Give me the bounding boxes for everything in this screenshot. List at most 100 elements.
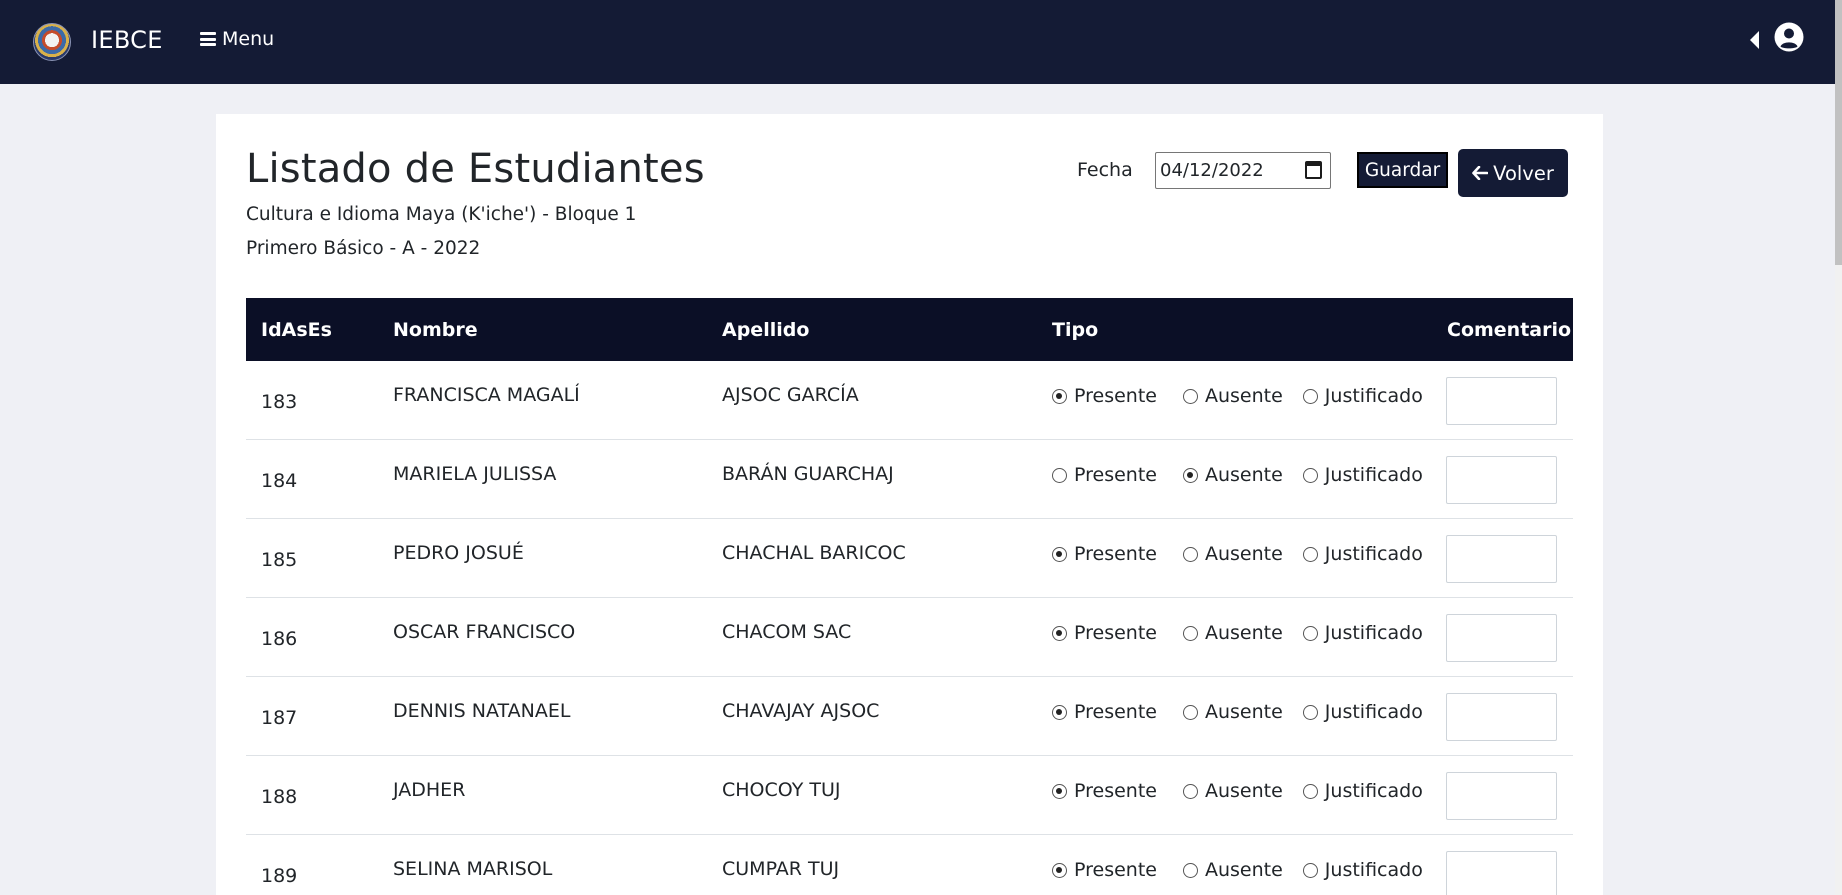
radio-option-justificado[interactable]: Justificado xyxy=(1302,622,1423,644)
cell-apellido: CHACOM SAC xyxy=(722,621,852,643)
scrollbar-thumb[interactable] xyxy=(1835,0,1842,265)
radio-option-ausente[interactable]: Ausente xyxy=(1182,543,1283,565)
radio-button[interactable] xyxy=(1302,625,1318,641)
comment-input[interactable] xyxy=(1446,772,1557,820)
table-row: 185 PEDRO JOSUÉ CHACHAL BARICOC Presente Aus… xyxy=(246,519,1573,598)
table-header: IdAsEs Nombre Apellido Tipo Comentario xyxy=(246,298,1573,361)
radio-option-ausente[interactable]: Ausente xyxy=(1182,701,1283,723)
radio-label: Ausente xyxy=(1204,859,1283,881)
cell-id: 184 xyxy=(261,470,298,492)
radio-option-justificado[interactable]: Justificado xyxy=(1302,859,1423,881)
radio-label: Justificado xyxy=(1324,701,1423,723)
tipo-radio-group: Presente Ausente Justificado xyxy=(1052,622,1423,644)
cell-apellido: BARÁN GUARCHAJ xyxy=(722,463,894,485)
back-label: Volver xyxy=(1493,161,1554,185)
top-navbar: IEBCE Menu xyxy=(0,0,1835,84)
radio-option-presente[interactable]: Presente xyxy=(1052,464,1157,486)
radio-option-justificado[interactable]: Justificado xyxy=(1302,543,1423,565)
radio-option-ausente[interactable]: Ausente xyxy=(1182,622,1283,644)
radio-option-presente[interactable]: Presente xyxy=(1052,701,1157,723)
radio-button[interactable] xyxy=(1302,783,1318,799)
radio-button[interactable] xyxy=(1052,783,1067,799)
cell-id: 189 xyxy=(261,865,298,887)
cell-nombre: PEDRO JOSUÉ xyxy=(393,542,524,564)
cell-apellido: CHOCOY TUJ xyxy=(722,779,841,801)
date-value: 04/12/2022 xyxy=(1160,160,1264,181)
radio-button[interactable] xyxy=(1052,467,1067,483)
radio-button[interactable] xyxy=(1302,862,1318,878)
radio-button[interactable] xyxy=(1182,467,1198,483)
radio-option-presente[interactable]: Presente xyxy=(1052,385,1157,407)
user-avatar-icon[interactable] xyxy=(1774,22,1804,52)
date-input[interactable]: 04/12/2022 xyxy=(1155,152,1331,189)
radio-label: Ausente xyxy=(1204,464,1283,486)
tipo-radio-group: Presente Ausente Justificado xyxy=(1052,464,1423,486)
menu-button[interactable]: Menu xyxy=(200,28,274,50)
radio-label: Presente xyxy=(1074,859,1157,881)
cell-apellido: CHACHAL BARICOC xyxy=(722,542,906,564)
radio-button[interactable] xyxy=(1302,704,1318,720)
calendar-icon[interactable] xyxy=(1305,161,1322,179)
radio-button[interactable] xyxy=(1182,625,1198,641)
radio-button[interactable] xyxy=(1182,862,1198,878)
radio-option-ausente[interactable]: Ausente xyxy=(1182,464,1283,486)
table-row: 183 FRANCISCA MAGALÍ AJSOC GARCÍA Presente A… xyxy=(246,361,1573,440)
radio-label: Presente xyxy=(1074,622,1157,644)
table-row: 189 SELINA MARISOL CUMPAR TUJ Presente Ausen… xyxy=(246,835,1573,895)
hamburger-icon xyxy=(200,32,216,46)
cell-nombre: MARIELA JULISSA xyxy=(393,463,557,485)
brand-name[interactable]: IEBCE xyxy=(91,26,163,54)
radio-label: Presente xyxy=(1074,385,1157,407)
radio-button[interactable] xyxy=(1182,704,1198,720)
radio-option-presente[interactable]: Presente xyxy=(1052,780,1157,802)
radio-label: Presente xyxy=(1074,464,1157,486)
header-nombre: Nombre xyxy=(393,319,478,341)
cell-apellido: CUMPAR TUJ xyxy=(722,858,840,880)
radio-option-presente[interactable]: Presente xyxy=(1052,622,1157,644)
radio-button[interactable] xyxy=(1182,546,1198,562)
cell-nombre: OSCAR FRANCISCO xyxy=(393,621,576,643)
comment-input[interactable] xyxy=(1446,377,1557,425)
radio-button[interactable] xyxy=(1052,388,1067,404)
radio-option-presente[interactable]: Presente xyxy=(1052,543,1157,565)
comment-input[interactable] xyxy=(1446,535,1557,583)
radio-label: Justificado xyxy=(1324,543,1423,565)
radio-button[interactable] xyxy=(1052,625,1067,641)
radio-option-justificado[interactable]: Justificado xyxy=(1302,780,1423,802)
back-button[interactable]: Volver xyxy=(1458,149,1568,197)
radio-button[interactable] xyxy=(1182,388,1198,404)
radio-option-ausente[interactable]: Ausente xyxy=(1182,385,1283,407)
cell-apellido: AJSOC GARCÍA xyxy=(722,384,859,406)
comment-input[interactable] xyxy=(1446,614,1557,662)
radio-button[interactable] xyxy=(1052,704,1067,720)
radio-label: Justificado xyxy=(1324,622,1423,644)
radio-button[interactable] xyxy=(1302,467,1318,483)
radio-option-presente[interactable]: Presente xyxy=(1052,859,1157,881)
cell-id: 188 xyxy=(261,786,298,808)
save-button[interactable]: Guardar xyxy=(1357,152,1448,188)
radio-button[interactable] xyxy=(1302,388,1318,404)
date-label: Fecha xyxy=(1077,159,1133,181)
radio-option-justificado[interactable]: Justificado xyxy=(1302,385,1423,407)
radio-option-justificado[interactable]: Justificado xyxy=(1302,464,1423,486)
header-idases: IdAsEs xyxy=(261,319,332,341)
cell-nombre: DENNIS NATANAEL xyxy=(393,700,571,722)
radio-label: Ausente xyxy=(1204,622,1283,644)
header-tipo: Tipo xyxy=(1052,319,1099,341)
comment-input[interactable] xyxy=(1446,456,1557,504)
radio-option-justificado[interactable]: Justificado xyxy=(1302,701,1423,723)
radio-button[interactable] xyxy=(1052,862,1067,878)
radio-button[interactable] xyxy=(1052,546,1067,562)
cell-apellido: CHAVAJAY AJSOC xyxy=(722,700,880,722)
radio-button[interactable] xyxy=(1182,783,1198,799)
caret-left-icon[interactable] xyxy=(1750,31,1759,49)
tipo-radio-group: Presente Ausente Justificado xyxy=(1052,859,1423,881)
radio-button[interactable] xyxy=(1302,546,1318,562)
radio-option-ausente[interactable]: Ausente xyxy=(1182,859,1283,881)
cell-nombre: FRANCISCA MAGALÍ xyxy=(393,384,580,406)
radio-option-ausente[interactable]: Ausente xyxy=(1182,780,1283,802)
comment-input[interactable] xyxy=(1446,851,1557,895)
comment-input[interactable] xyxy=(1446,693,1557,741)
radio-label: Justificado xyxy=(1324,859,1423,881)
school-logo[interactable] xyxy=(33,23,71,61)
